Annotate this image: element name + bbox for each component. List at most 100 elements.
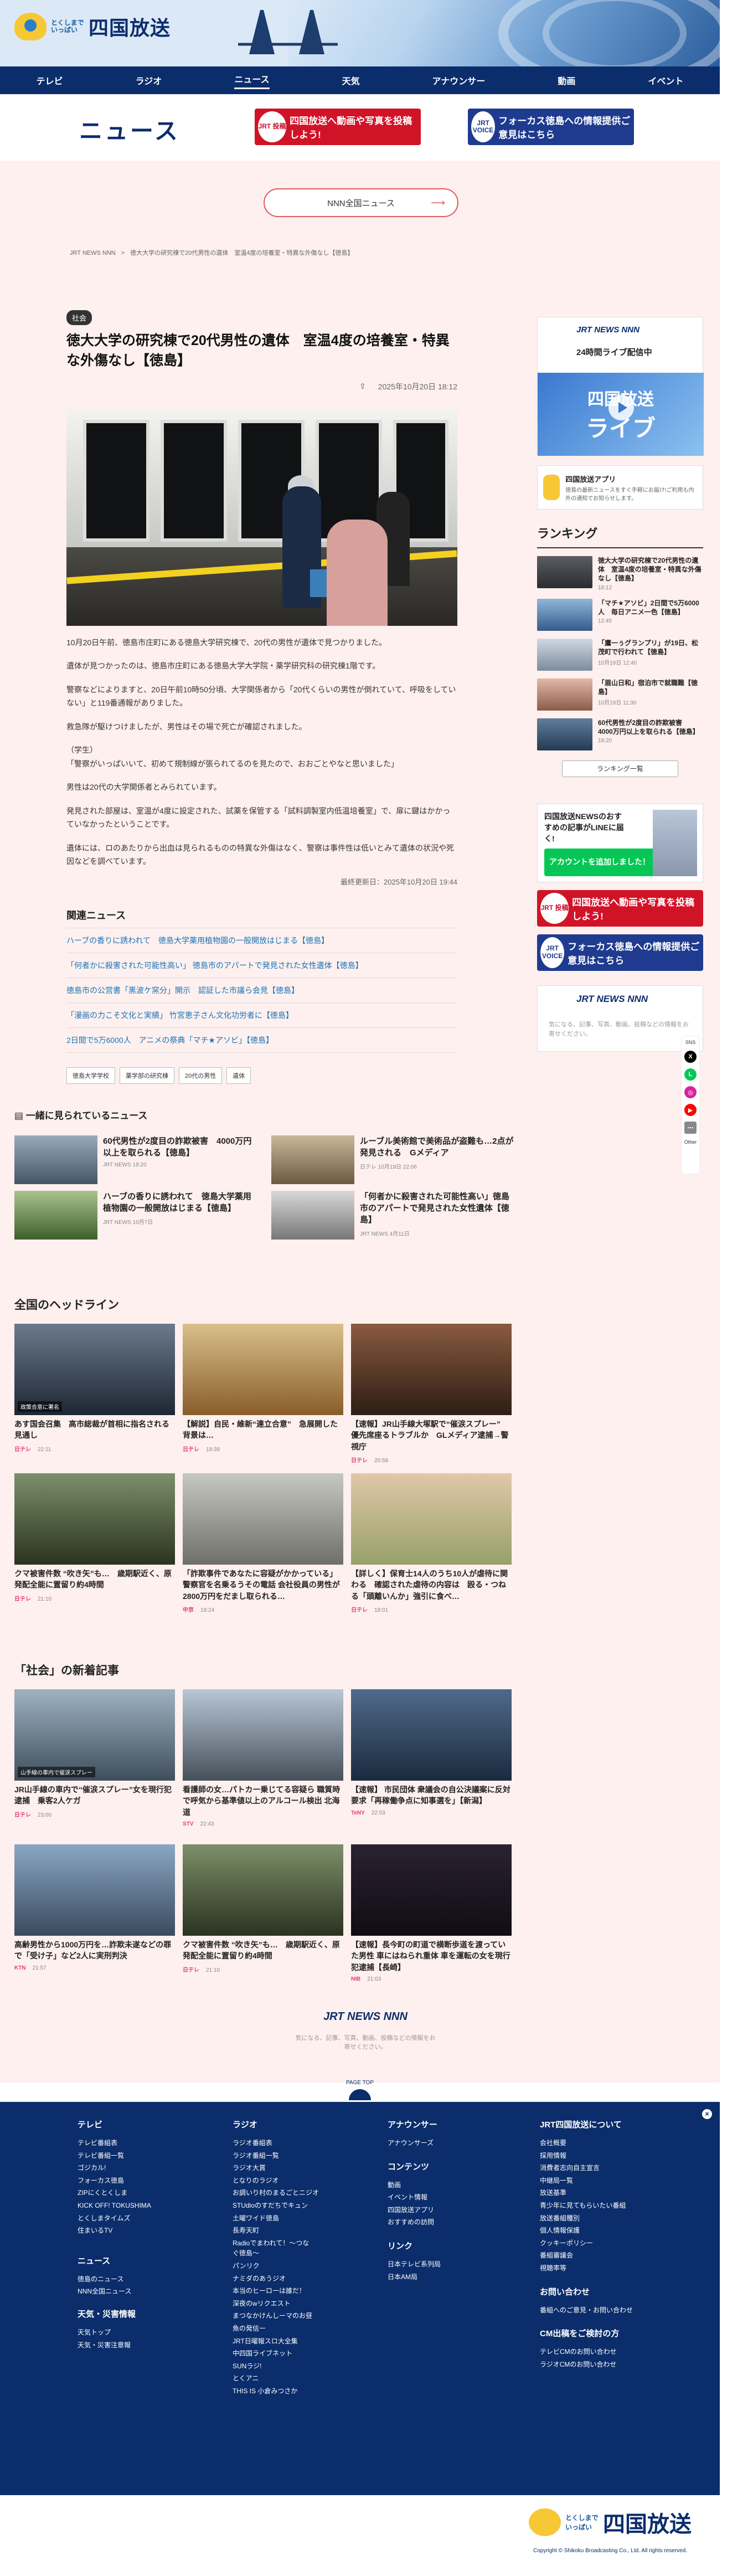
footer-link[interactable]: ラジオCMのお問い合わせ — [540, 2359, 651, 2370]
footer-link[interactable]: とくアニ — [233, 2373, 319, 2384]
footer-link[interactable]: 本当のヒーローは誰だ！ — [233, 2286, 319, 2296]
footer-link[interactable]: ゴジカル! — [78, 2163, 151, 2173]
line-promo[interactable]: 四国放送NEWSのおすすめの記事がLINEに届く! アカウントを追加しました！ — [537, 803, 703, 882]
page-top-button[interactable]: PAGE TOP — [335, 2080, 385, 2102]
footer-link[interactable]: 日本テレビ系列局 — [388, 2259, 441, 2270]
live-stream-box[interactable]: JRT NEWS NNN 24時間ライブ配信中 四国放送 ライブ — [537, 317, 704, 456]
footer-link[interactable]: フォーカス徳島 — [78, 2176, 151, 2186]
footer-link[interactable]: まつなかけんしーマのお昼 — [233, 2311, 319, 2321]
footer-link[interactable]: ZIPにくとくしま — [78, 2188, 151, 2198]
footer-link[interactable]: パンリク — [233, 2261, 319, 2271]
footer-link[interactable]: 日本AM局 — [388, 2272, 441, 2282]
nav-announcer[interactable]: アナウンサー — [432, 74, 486, 87]
footer-link[interactable]: おすすめの訪問 — [388, 2217, 441, 2228]
also-viewed-item[interactable]: ハーブの香りに誘われて 徳島大学薬用植物園の一般開放はじまる【徳島】 JRT NE… — [14, 1191, 258, 1240]
headline-card[interactable]: クマ被害件数 “吹き矢”も… 歳期駅近く、原発配全能に置留り約4時間 日テレ 21:… — [14, 1473, 175, 1602]
footer-link[interactable]: 魚の発信ー — [233, 2323, 319, 2334]
tag[interactable]: 薬学部の研究棟 — [120, 1067, 174, 1084]
ranking-list-button[interactable]: ランキング一覧 — [562, 760, 678, 777]
footer-link[interactable]: 動画 — [388, 2180, 441, 2191]
footer-link[interactable]: となりのラジオ — [233, 2176, 319, 2186]
tag[interactable]: 遺体 — [226, 1067, 251, 1084]
footer-link[interactable]: 土曜ワイド徳島 — [233, 2213, 319, 2224]
footer-link[interactable]: JRT日曜報スロ大全集 — [233, 2336, 319, 2347]
headline-card[interactable]: 【解説】自民・維新“連立合意” 急展開した背景は… 日テレ 19:39 — [183, 1324, 343, 1453]
post-video-banner[interactable]: JRT 投稿 四国放送へ動画や写真を投稿しよう! — [537, 889, 703, 927]
footer-link[interactable]: お調いり村のまるごとニジオ — [233, 2188, 319, 2198]
close-icon[interactable]: × — [702, 2109, 712, 2119]
footer-link[interactable]: テレビ番組一覧 — [78, 2151, 151, 2161]
footer-link[interactable]: ラジオ番組表 — [233, 2138, 319, 2148]
instagram-icon[interactable]: ◎ — [684, 1086, 697, 1098]
footer-link[interactable]: 採用情報 — [540, 2151, 651, 2161]
related-link[interactable]: 「漫画の力こそ文化と実績」 竹宮恵子さん文化功労者に【徳島】 — [66, 1003, 457, 1028]
ranking-item[interactable]: 60代男性が2度目の詐欺被害 4000万円以上を取られる【徳島】 18:20 — [537, 718, 703, 750]
footer-link[interactable]: アナウンサーズ — [388, 2138, 441, 2148]
nav-radio[interactable]: ラジオ — [136, 74, 162, 87]
latest-card[interactable]: 【速報】長今町の町道で横断歩道を渡っていた男性 車にはねられ重体 車を運転の女を… — [351, 1844, 512, 1982]
also-viewed-item[interactable]: 「何者かに殺害された可能性高い」徳島市のアパートで発見された女性遺体【徳島】 JR… — [271, 1191, 515, 1240]
tag[interactable]: 徳島大学学校 — [66, 1067, 115, 1084]
footer-link[interactable]: Radioでまわれて！〜つなぐ徳島〜 — [233, 2238, 316, 2259]
site-logo[interactable]: とくしまでいっぱい 四国放送 — [14, 12, 171, 41]
latest-card[interactable]: 高齢男性から1000万円を…詐欺未遂などの罪で「受け子」など2人に実刑判決 KTN… — [14, 1844, 175, 1971]
footer-link[interactable]: ラジオ大賞 — [233, 2163, 319, 2173]
nnn-news-button[interactable]: NNN全国ニュース ⟶ — [264, 188, 458, 217]
focus-tokushima-banner[interactable]: JRT VOICE フォーカス徳島への情報提供ご意見はこちら — [468, 109, 634, 145]
footer-link[interactable]: 放送番組種別 — [540, 2213, 651, 2224]
footer-link[interactable]: 番組へのご意見・お問い合わせ — [540, 2305, 651, 2316]
latest-card[interactable]: 山手線の車内で催涙スプレー JR山手線の車内で“催涙スプレー”女を現行犯逮捕 乗客… — [14, 1689, 175, 1818]
category-badge[interactable]: 社会 — [66, 310, 92, 325]
footer-link[interactable]: ラジオ番組一覧 — [233, 2151, 319, 2161]
latest-card[interactable]: 看護師の女…パトカー乗じてる容疑ら 職質時で呼気から基準値以上のアルコール検出 … — [183, 1689, 343, 1827]
footer-link[interactable]: 四国放送アプリ — [388, 2205, 441, 2215]
ranking-item[interactable]: 徳大大学の研究棟で20代男性の遺体 室温4度の培養室・特異な外傷なし【徳島】 18… — [537, 556, 703, 591]
footer-link[interactable]: 個人情報保護 — [540, 2225, 651, 2236]
footer-link[interactable]: ナミダのあうジオ — [233, 2274, 319, 2284]
bottom-jrt-news-box[interactable]: JRT NEWS NNN 気になる、記事、写真、動画、投稿などの情報をお寄せくだ… — [293, 2011, 437, 2051]
also-viewed-item[interactable]: 60代男性が2度目の詐欺被害 4000万円以上を取られる【徳島】 JRT NEWS… — [14, 1135, 258, 1184]
post-video-banner[interactable]: JRT 投稿 四国放送へ動画や写真を投稿しよう! — [255, 109, 421, 145]
ranking-item[interactable]: 「鷹一ぅグランプリ」が19日、松茂町で行われて【徳島】 10月19日 12:40 — [537, 638, 703, 671]
footer-link[interactable]: 番組審議会 — [540, 2250, 651, 2261]
footer-link[interactable]: テレビ番組表 — [78, 2138, 151, 2148]
nav-news[interactable]: ニュース — [234, 72, 270, 89]
headline-card[interactable]: 政策合意に署名 あす国会召集 高市総裁が首相に指名される見通し 日テレ 22:11 — [14, 1324, 175, 1453]
latest-card[interactable]: クマ被害件数 “吹き矢”も… 歳期駅近く、原発配全能に置留り約4時間 日テレ 21:… — [183, 1844, 343, 1973]
nav-weather[interactable]: 天気 — [342, 74, 360, 87]
footer-link[interactable]: イベント情報 — [388, 2192, 441, 2203]
share-icon[interactable]: ⇪ — [359, 382, 366, 391]
related-link[interactable]: 「何者かに殺害された可能性高い」 徳島市のアパートで発見された女性遺体【徳島】 — [66, 953, 457, 978]
breadcrumb-home[interactable]: JRT NEWS NNN — [70, 250, 116, 256]
footer-link[interactable]: 中継局一覧 — [540, 2176, 651, 2186]
footer-link[interactable]: クッキーポリシー — [540, 2238, 651, 2249]
also-viewed-item[interactable]: ルーブル美術館で美術品が盗難も…2点が発見される Gメディア 日テレ 10月19日… — [271, 1135, 515, 1184]
footer-link[interactable]: 天気トップ — [78, 2327, 151, 2338]
footer-link[interactable]: 中四国ライブネット — [233, 2348, 319, 2359]
footer-link[interactable]: 青少年に見てもらいたい番組 — [540, 2200, 651, 2211]
nav-tv[interactable]: テレビ — [37, 74, 63, 87]
other-icon[interactable]: ⋯ — [684, 1122, 697, 1134]
footer-logo[interactable]: とくしまでいっぱい 四国放送 — [529, 2506, 692, 2538]
headline-card[interactable]: 【速報】JR山手線大塚駅で“催涙スプレー” 優先席座るトラブルか GLメディア逮… — [351, 1324, 512, 1464]
footer-link[interactable]: 会社概要 — [540, 2138, 651, 2148]
related-link[interactable]: 2日間で5万6000人 アニメの祭典「マチ★アソビ」【徳島】 — [66, 1028, 457, 1053]
line-add-button[interactable]: アカウントを追加しました！ — [544, 848, 655, 876]
headline-card[interactable]: 「詐欺事件であなたに容疑がかかっている」警察官を名乗るうその電話 会社役員の男性… — [183, 1473, 343, 1613]
footer-link[interactable]: SUNラジ! — [233, 2361, 319, 2372]
related-link[interactable]: ハーブの香りに誘われて 徳島大学薬用植物園の一般開放はじまる【徳島】 — [66, 928, 457, 953]
related-link[interactable]: 徳島市の公営書「黒波ケ窯分」開示 認証した市議ら会見【徳島】 — [66, 978, 457, 1003]
footer-link[interactable]: 住まいるTV — [78, 2225, 151, 2236]
focus-tokushima-banner[interactable]: JRT VOICE フォーカス徳島への情報提供ご意見はこちら — [537, 934, 703, 971]
jrt-news-box[interactable]: JRT NEWS NNN 気になる、記事、写真、動画、投稿などの情報をお寄せくだ… — [537, 985, 703, 1052]
headline-card[interactable]: 【詳しく】保育士14人のうち10人が虐待に関わる 確認された虐待の内容は 殴る・… — [351, 1473, 512, 1613]
footer-link[interactable]: KICK OFF! TOKUSHIMA — [78, 2200, 151, 2211]
app-promo[interactable]: 四国放送アプリ 徳島の最新ニュースをすぐ手軽にお届け!ご利用も内外の通知でお知ら… — [537, 465, 703, 510]
youtube-icon[interactable]: ▶ — [684, 1104, 697, 1116]
tag[interactable]: 20代の男性 — [179, 1067, 223, 1084]
footer-link[interactable]: STUdioのすだちでキュン — [233, 2200, 319, 2211]
footer-link[interactable]: NNN全国ニュース — [78, 2286, 151, 2297]
footer-link[interactable]: 徳島のニュース — [78, 2274, 151, 2285]
footer-link[interactable]: 消費者志向自主宣言 — [540, 2163, 651, 2173]
ranking-item[interactable]: 「眉山日和」宿泊市で就職難【徳島】 10月19日 11:30 — [537, 678, 703, 711]
